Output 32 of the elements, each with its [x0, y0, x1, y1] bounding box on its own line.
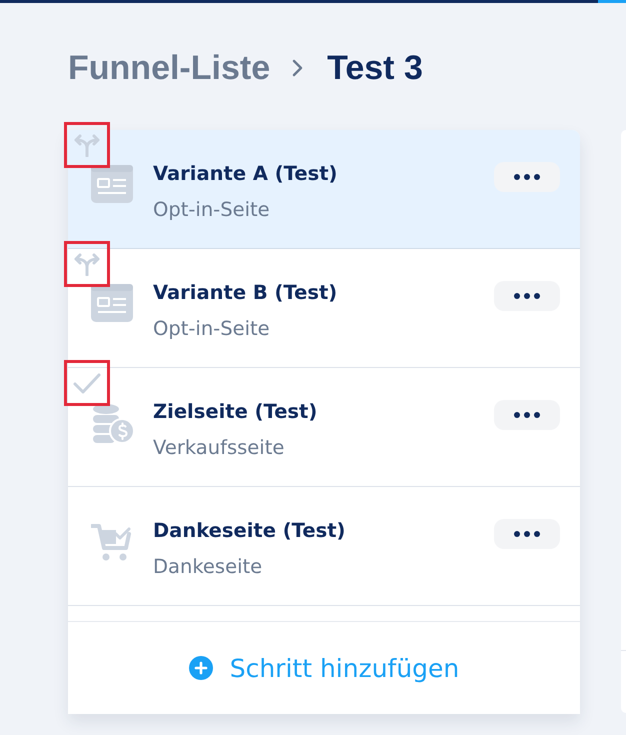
coins-icon — [91, 403, 135, 445]
split-arrow-icon — [72, 252, 102, 276]
funnel-step-row[interactable]: Dankeseite (Test) Dankeseite — [68, 487, 580, 606]
split-arrow-icon — [72, 133, 102, 157]
more-icon — [514, 412, 540, 418]
step-title: Variante A (Test) — [153, 162, 338, 186]
check-icon — [72, 371, 102, 395]
step-page-type: Opt-in-Seite — [153, 317, 270, 341]
more-icon — [514, 531, 540, 537]
step-title: Zielseite (Test) — [153, 400, 318, 424]
more-icon — [514, 293, 540, 299]
step-page-type: Dankeseite — [153, 555, 262, 579]
funnel-step-row[interactable]: Variante B (Test) Opt-in-Seite — [68, 249, 580, 368]
more-options-button[interactable] — [494, 400, 560, 430]
header-bar-accent — [598, 0, 626, 3]
funnel-step-row[interactable]: Zielseite (Test) Verkaufsseite — [68, 368, 580, 487]
funnel-step-row[interactable]: Variante A (Test) Opt-in-Seite — [68, 130, 580, 249]
chevron-right-icon — [292, 59, 304, 77]
more-icon — [514, 174, 540, 180]
breadcrumb-link[interactable]: Funnel-Liste — [68, 48, 270, 88]
more-options-button[interactable] — [494, 162, 560, 192]
page-title: Test 3 — [327, 48, 423, 88]
more-options-button[interactable] — [494, 281, 560, 311]
form-page-icon — [91, 165, 133, 203]
step-title: Dankeseite (Test) — [153, 519, 346, 543]
form-page-icon — [91, 284, 133, 322]
step-page-type: Opt-in-Seite — [153, 198, 270, 222]
step-page-type: Verkaufsseite — [153, 436, 284, 460]
step-title: Variante B (Test) — [153, 281, 338, 305]
plus-circle-icon — [188, 656, 213, 680]
more-options-button[interactable] — [494, 519, 560, 549]
cart-check-icon — [91, 522, 133, 562]
